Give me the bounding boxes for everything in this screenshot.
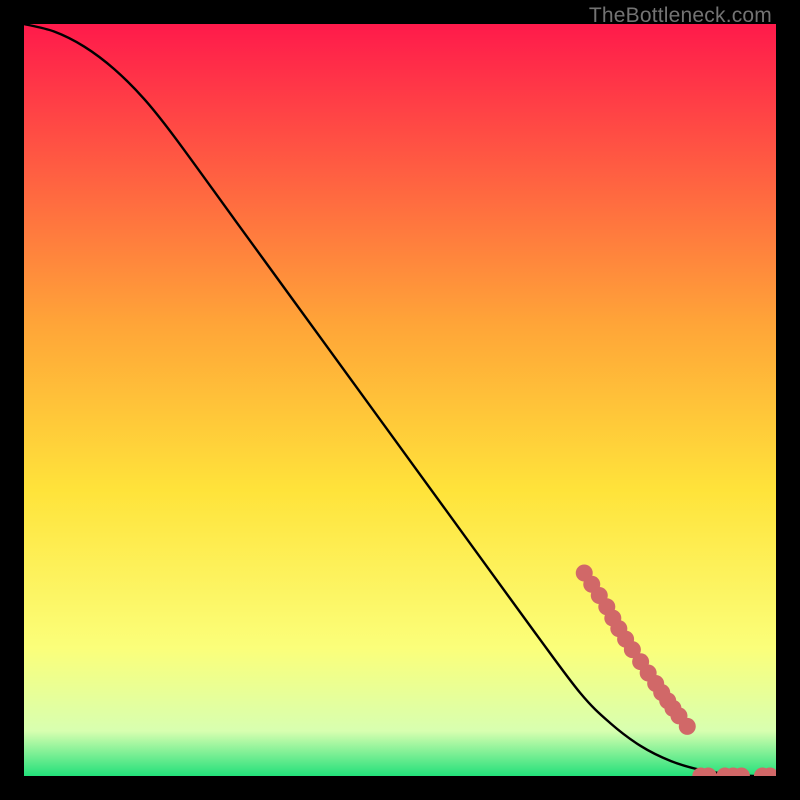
chart-frame xyxy=(24,24,776,776)
data-dot xyxy=(679,718,696,735)
watermark-text: TheBottleneck.com xyxy=(589,4,772,28)
gradient-background xyxy=(24,24,776,776)
baseline-dot-cluster xyxy=(692,768,776,777)
bottleneck-curve-chart xyxy=(24,24,776,776)
